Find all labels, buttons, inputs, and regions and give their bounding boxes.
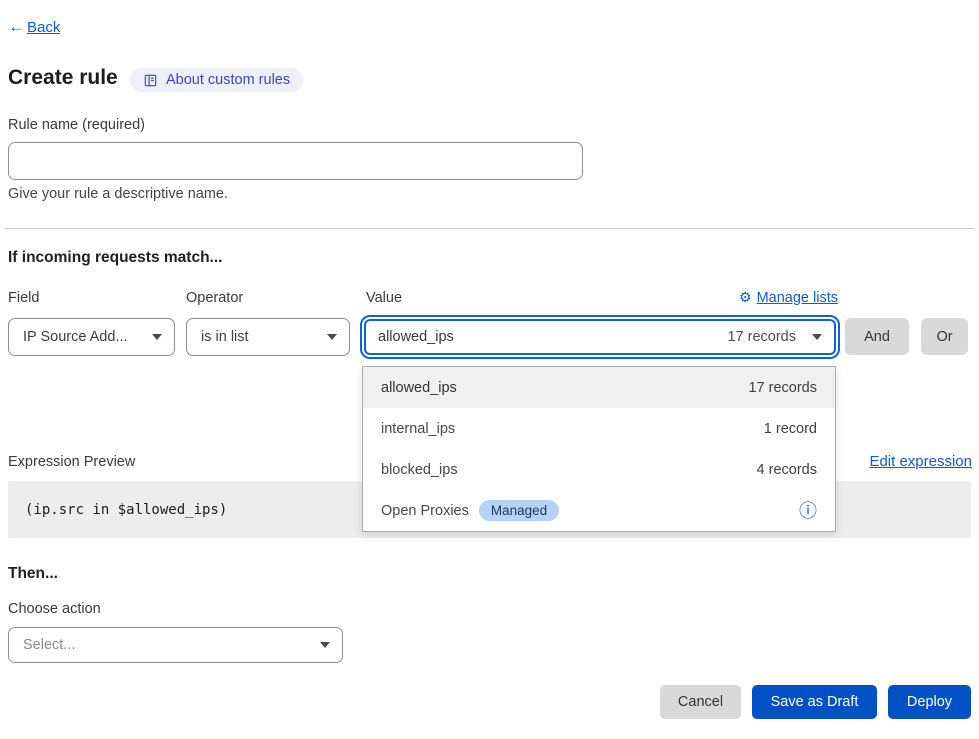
choose-action-label: Choose action bbox=[8, 601, 101, 617]
create-rule-page: ← Back Create rule About custom rules Ru… bbox=[0, 0, 979, 739]
dropdown-option-open-proxies[interactable]: Open Proxies Managed ⓘ bbox=[363, 490, 835, 531]
rule-name-input[interactable] bbox=[8, 142, 583, 180]
then-section-title: Then... bbox=[8, 565, 58, 583]
field-label: Field bbox=[8, 290, 39, 306]
option-record-count: 17 records bbox=[748, 380, 817, 396]
field-select-value: IP Source Add... bbox=[23, 329, 142, 345]
about-custom-rules-label: About custom rules bbox=[166, 72, 290, 88]
chevron-down-icon bbox=[327, 334, 337, 340]
expression-preview-label: Expression Preview bbox=[8, 454, 135, 470]
gear-icon: ⚙ bbox=[739, 289, 752, 306]
field-select[interactable]: IP Source Add... bbox=[8, 318, 175, 356]
dropdown-option-allowed-ips[interactable]: allowed_ips 17 records bbox=[363, 367, 835, 408]
value-select[interactable]: allowed_ips 17 records bbox=[364, 319, 836, 355]
operator-label: Operator bbox=[186, 290, 243, 306]
value-label: Value bbox=[366, 290, 402, 306]
value-select-focus-ring: allowed_ips 17 records bbox=[360, 315, 840, 359]
option-name: blocked_ips bbox=[381, 462, 458, 478]
operator-select[interactable]: is in list bbox=[186, 318, 350, 356]
back-arrow-icon: ← bbox=[8, 17, 25, 37]
edit-expression-link[interactable]: Edit expression bbox=[869, 453, 972, 470]
managed-badge: Managed bbox=[479, 500, 559, 521]
action-select-placeholder: Select... bbox=[23, 637, 310, 653]
action-select[interactable]: Select... bbox=[8, 627, 343, 663]
rule-name-helper-text: Give your rule a descriptive name. bbox=[8, 186, 228, 202]
rule-name-label: Rule name (required) bbox=[8, 117, 145, 133]
option-name: allowed_ips bbox=[381, 380, 457, 396]
expression-code: (ip.src in $allowed_ips) bbox=[25, 502, 227, 518]
back-link-label[interactable]: Back bbox=[27, 19, 60, 36]
manage-lists-label[interactable]: Manage lists bbox=[757, 290, 838, 306]
section-divider bbox=[4, 228, 974, 229]
chevron-down-icon bbox=[320, 642, 330, 648]
option-record-count: 1 record bbox=[764, 421, 817, 437]
book-icon bbox=[143, 73, 158, 88]
cancel-button[interactable]: Cancel bbox=[660, 685, 741, 719]
match-section-title: If incoming requests match... bbox=[8, 249, 222, 267]
info-icon[interactable]: ⓘ bbox=[799, 502, 817, 520]
about-custom-rules-link[interactable]: About custom rules bbox=[130, 68, 303, 92]
deploy-button[interactable]: Deploy bbox=[888, 685, 971, 719]
dropdown-option-blocked-ips[interactable]: blocked_ips 4 records bbox=[363, 449, 835, 490]
and-button[interactable]: And bbox=[845, 318, 909, 355]
value-dropdown-panel: allowed_ips 17 records internal_ips 1 re… bbox=[362, 366, 836, 532]
option-record-count: 4 records bbox=[757, 462, 817, 478]
value-select-record-count: 17 records bbox=[727, 329, 796, 345]
page-title: Create rule bbox=[8, 66, 118, 90]
save-as-draft-button[interactable]: Save as Draft bbox=[752, 685, 877, 719]
dropdown-option-internal-ips[interactable]: internal_ips 1 record bbox=[363, 408, 835, 449]
chevron-down-icon bbox=[812, 334, 822, 340]
manage-lists-link[interactable]: ⚙ Manage lists bbox=[739, 289, 838, 306]
chevron-down-icon bbox=[152, 334, 162, 340]
option-name: Open Proxies bbox=[381, 503, 469, 519]
or-button[interactable]: Or bbox=[921, 318, 968, 355]
option-name: internal_ips bbox=[381, 421, 455, 437]
back-link[interactable]: ← Back bbox=[8, 17, 60, 37]
value-select-value: allowed_ips bbox=[378, 329, 454, 345]
operator-select-value: is in list bbox=[201, 329, 317, 345]
